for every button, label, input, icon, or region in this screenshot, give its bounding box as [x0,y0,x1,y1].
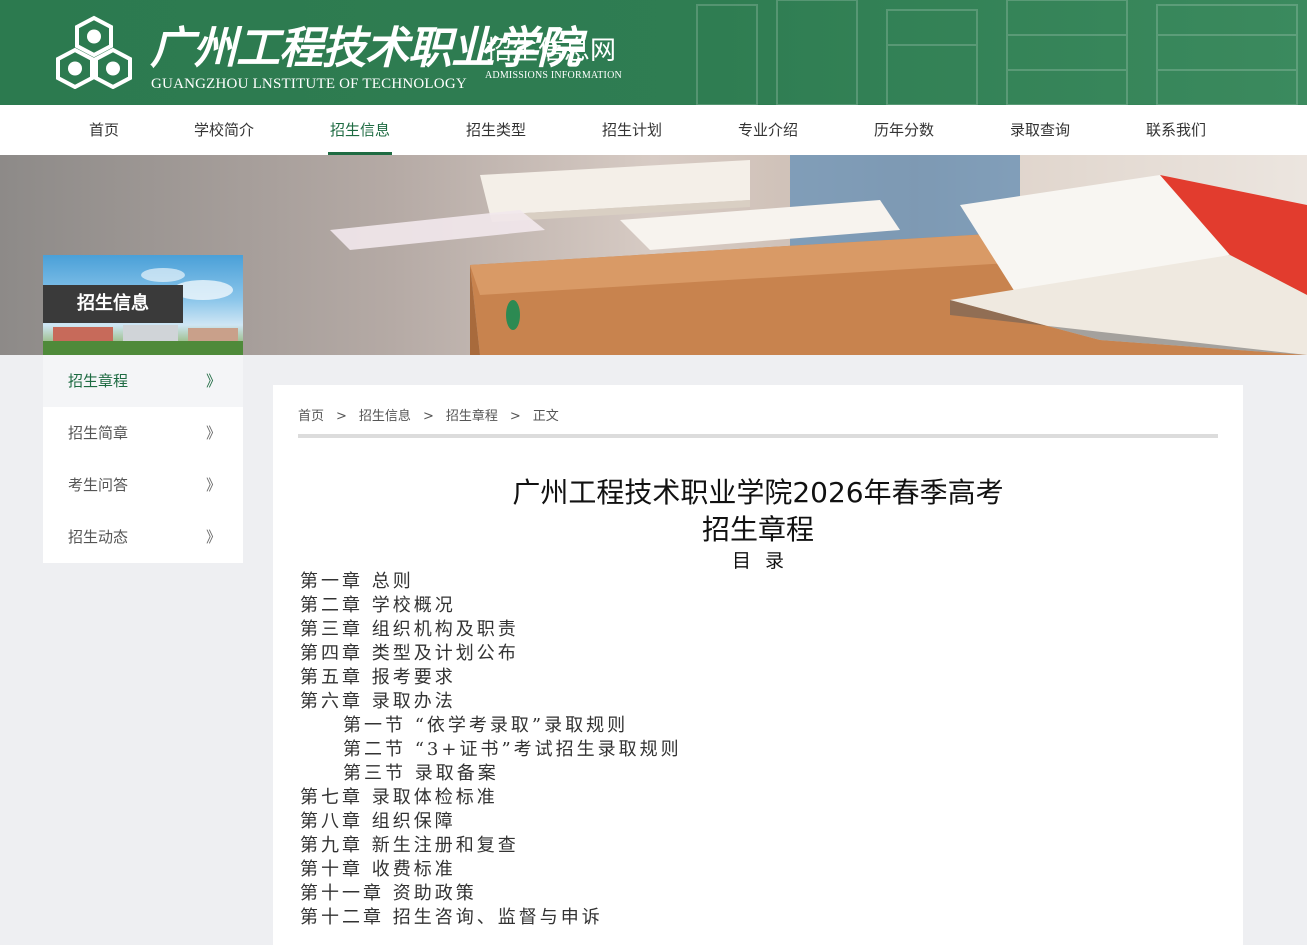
breadcrumb-home-link[interactable]: 首页 [298,405,324,424]
nav-item-admission-info[interactable]: 招生信息 [328,105,392,155]
double-chevron-right-icon: 》 [205,372,221,390]
toc-item: 第二章 学校概况 [300,595,456,616]
breadcrumb-current: 正文 [532,409,559,424]
article-panel: 首页 > 招生信息 > 招生章程 > 正文 广州工程技术职业学院2026年春季高考 招生章程… [273,385,1243,945]
toc-item: 第四章 类型及计划公布 [300,643,519,664]
breadcrumb-separator: > [509,409,521,424]
breadcrumb-admission-info-link[interactable]: 招生信息 [359,405,411,424]
toc-item: 第九章 新生注册和复查 [300,835,519,856]
toc-item: 第六章 录取办法 [300,691,456,712]
site-title-en: ADMISSIONS INFORMATION [485,70,622,81]
sidebar-item-faq[interactable]: 考生问答 》 [43,459,243,511]
toc-subitem: 第二节 “3+证书”考试招生录取规则 [343,739,682,760]
breadcrumb-separator: > [336,409,347,424]
double-chevron-right-icon: 》 [205,476,221,494]
nav-item-majors[interactable]: 专业介绍 [736,105,800,155]
table-of-contents: 第一章 总则 第二章 学校概况 第三章 组织机构及职责 第四章 类型及计划公布 … [300,570,682,930]
article-title: 广州工程技术职业学院2026年春季高考 [512,476,1004,509]
main-nav: 首页 学校简介 招生信息 招生类型 招生计划 专业介绍 历年分数 录取查询 联系… [0,105,1307,155]
breadcrumb-separator: > [422,409,434,424]
toc-item: 第十二章 招生咨询、监督与申诉 [300,907,603,928]
breadcrumb: 首页 > 招生信息 > 招生章程 > 正文 [298,405,559,424]
school-name-en: GUANGZHOU LNSTITUTE OF TECHNOLOGY [151,76,467,92]
toc-item: 第十一章 资助政策 [300,883,477,904]
double-chevron-right-icon: 》 [205,424,221,442]
toc-item: 第一章 总则 [300,571,414,592]
toc-item: 第七章 录取体检标准 [300,787,498,808]
article-subtitle: 招生章程 [701,513,814,546]
site-header: 广州工程技术职业学院 GUANGZHOU LNSTITUTE OF TECHNO… [0,0,1307,105]
nav-item-admission-type[interactable]: 招生类型 [464,105,528,155]
site-title-cn: 招生信息网 [486,36,617,66]
nav-item-past-scores[interactable]: 历年分数 [872,105,936,155]
breadcrumb-divider [298,434,1218,438]
nav-item-contact[interactable]: 联系我们 [1144,105,1208,155]
sidebar-title: 招生信息 [43,285,183,323]
sidebar-item-label: 招生动态 [68,528,129,546]
sidebar-item-label: 招生章程 [68,372,129,390]
nav-item-home[interactable]: 首页 [88,105,120,155]
toc-item: 第五章 报考要求 [300,667,456,688]
sidebar-item-admission-brochure[interactable]: 招生简章 》 [43,407,243,459]
hexagon-logo-icon[interactable] [56,15,132,89]
building-decoration [696,0,1298,105]
double-chevron-right-icon: 》 [205,528,221,546]
toc-subitem: 第三节 录取备案 [343,763,499,784]
toc-item: 第十章 收费标准 [300,859,456,880]
toc-item: 第八章 组织保障 [300,811,456,832]
sidebar-item-admission-charter[interactable]: 招生章程 》 [43,355,243,407]
toc-subitem: 第一节 “依学考录取”录取规则 [343,715,629,736]
nav-item-about[interactable]: 学校简介 [192,105,256,155]
sidebar-item-label: 考生问答 [68,476,129,494]
sidebar-item-news[interactable]: 招生动态 》 [43,511,243,563]
toc-heading: 目录 [731,550,798,572]
toc-item: 第三章 组织机构及职责 [300,619,519,640]
sidebar-menu: 招生章程 》 招生简章 》 考生问答 》 招生动态 》 [43,355,243,563]
nav-item-admission-plan[interactable]: 招生计划 [600,105,664,155]
nav-item-result-query[interactable]: 录取查询 [1008,105,1072,155]
sidebar-header: 招生信息 [43,255,243,355]
sidebar-item-label: 招生简章 [68,424,129,442]
breadcrumb-charter-link[interactable]: 招生章程 [446,405,498,424]
